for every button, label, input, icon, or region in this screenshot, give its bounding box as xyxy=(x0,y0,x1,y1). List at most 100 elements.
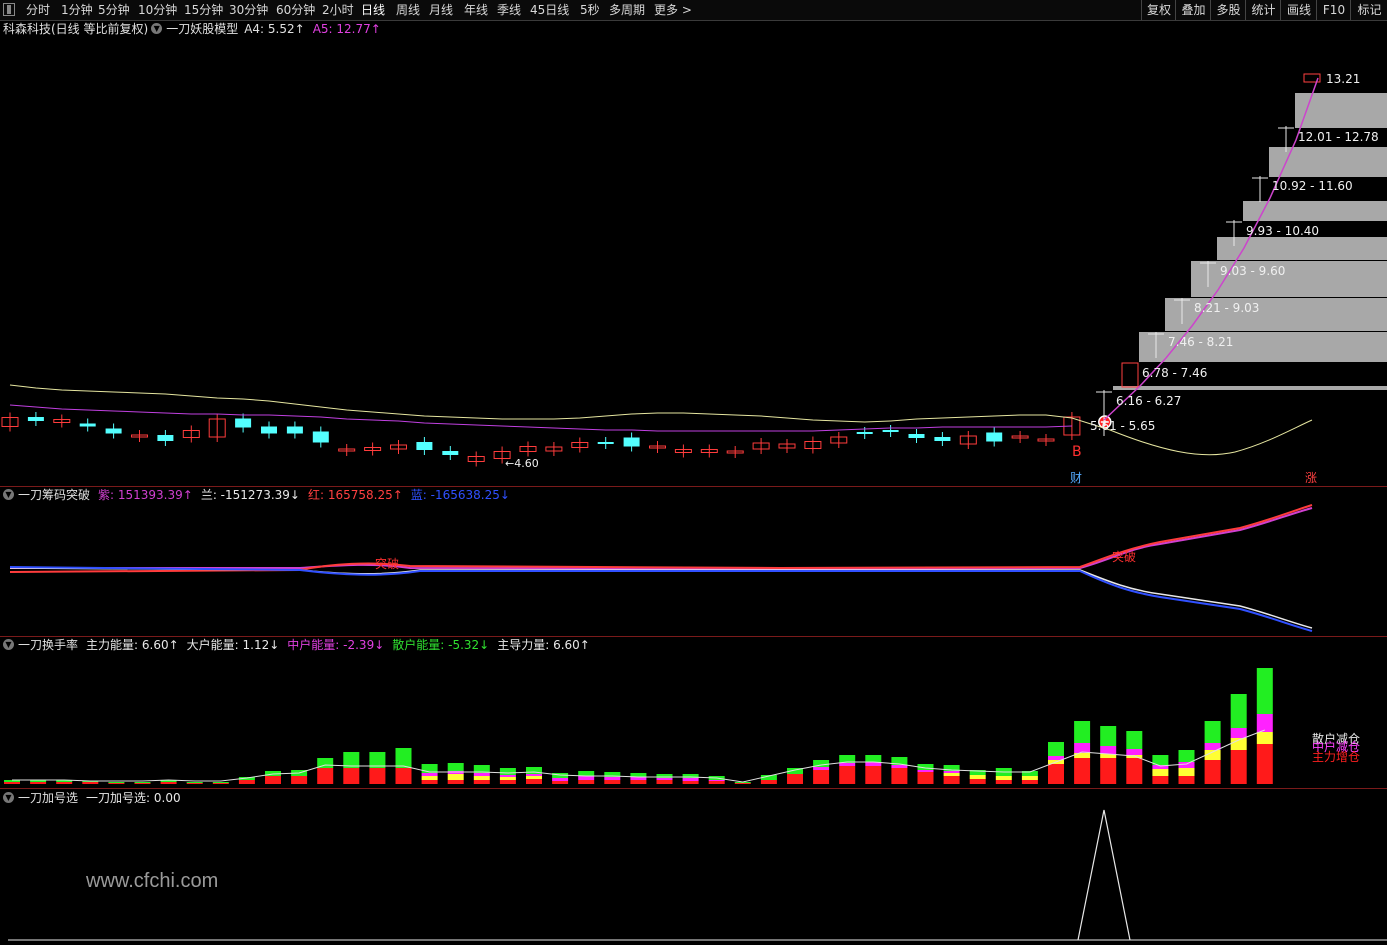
energy-bar-segment xyxy=(943,776,960,784)
energy-bar-segment xyxy=(1126,731,1143,749)
price-range-label-5: 7.46 - 8.21 xyxy=(1168,335,1233,349)
energy-bar-segment xyxy=(865,755,882,762)
energy-bar-segment xyxy=(499,777,516,780)
legend-main-add: 主力增仓 xyxy=(1312,750,1360,764)
energy-bar-segment xyxy=(421,780,438,784)
energy-bar-segment xyxy=(526,774,542,776)
energy-bar-segment xyxy=(186,782,203,783)
energy-bar-segment xyxy=(1230,750,1247,784)
energy-bar-segment xyxy=(82,782,99,784)
energy-bar-segment xyxy=(56,782,73,784)
energy-bar-segment xyxy=(447,763,464,771)
chip-bar-2 xyxy=(1243,201,1387,221)
energy-bar-segment xyxy=(4,782,20,784)
energy-bar-segment xyxy=(995,776,1012,780)
energy-bar-segment xyxy=(499,780,516,784)
chip-bar-0 xyxy=(1295,93,1387,128)
energy-bar-segment xyxy=(108,782,125,783)
candle-body xyxy=(986,432,1003,442)
price-range-label-1: 10.92 - 11.60 xyxy=(1272,179,1353,193)
price-range-label-2: 9.93 - 10.40 xyxy=(1246,224,1319,238)
energy-bar-segment xyxy=(30,782,47,784)
energy-bar-segment xyxy=(1178,750,1195,762)
energy-bar-segment xyxy=(395,768,412,784)
energy-bar-segment xyxy=(291,776,308,784)
watermark: www.cfchi.com xyxy=(86,870,219,892)
energy-bar-segment xyxy=(708,780,725,781)
chip-line-lan xyxy=(9,567,1313,629)
candle-body xyxy=(27,417,44,421)
energy-bar-segment xyxy=(969,779,986,784)
energy-bar-segment xyxy=(1048,742,1064,756)
energy-bar-segment xyxy=(473,780,490,784)
target-candle-1 xyxy=(1121,362,1139,388)
energy-bar-segment xyxy=(891,765,908,768)
candle-body xyxy=(856,432,873,434)
energy-bar-segment xyxy=(1256,714,1273,732)
energy-bar-segment xyxy=(865,766,882,784)
price-range-label-3: 9.03 - 9.60 xyxy=(1220,264,1285,278)
energy-bar-segment xyxy=(943,771,960,773)
energy-bar-segment xyxy=(682,781,699,784)
energy-bar-segment xyxy=(395,748,412,768)
low-price-label: ←4.60 xyxy=(505,457,539,470)
tupo-label-1: 突破 xyxy=(375,556,399,571)
energy-bar-segment xyxy=(1126,758,1143,784)
candle-body xyxy=(597,442,614,444)
energy-bar-segment xyxy=(1204,760,1221,784)
energy-bar-segment xyxy=(186,783,203,784)
energy-bar-segment xyxy=(526,776,542,779)
energy-bar-segment xyxy=(656,780,673,784)
energy-bar-segment xyxy=(1152,769,1169,776)
candle-body xyxy=(286,426,303,434)
energy-bar-segment xyxy=(369,768,386,784)
energy-bar-segment xyxy=(238,780,255,784)
energy-bar-segment xyxy=(421,773,438,776)
energy-bar-segment xyxy=(813,770,830,784)
candle-body xyxy=(235,418,252,428)
candle-body xyxy=(623,437,640,447)
candle-body xyxy=(312,431,329,443)
energy-bar-segment xyxy=(708,781,725,784)
energy-bar-segment xyxy=(1204,721,1221,743)
energy-bar-segment xyxy=(1021,776,1038,780)
energy-bar-segment xyxy=(917,772,934,784)
candle-body xyxy=(442,451,459,455)
energy-bar-segment xyxy=(682,778,699,781)
zhang-label: 涨 xyxy=(1305,470,1317,485)
energy-bar-segment xyxy=(473,773,490,776)
energy-bar-segment xyxy=(630,780,647,784)
energy-bar-segment xyxy=(813,767,830,770)
energy-bar-segment xyxy=(265,776,281,784)
energy-bar-segment xyxy=(578,771,595,776)
tupo-label-2: 突破 xyxy=(1112,549,1136,564)
energy-bar-segment xyxy=(1152,776,1169,784)
energy-bar-segment xyxy=(1100,746,1117,754)
energy-bar-segment xyxy=(891,768,908,784)
energy-bar-segment xyxy=(1256,732,1273,744)
energy-bar-segment xyxy=(656,778,673,780)
energy-bar-segment xyxy=(317,768,334,784)
energy-bar-segment xyxy=(134,782,151,783)
energy-bar-segment xyxy=(552,781,569,784)
energy-bar-segment xyxy=(734,783,751,784)
chip-bar-3 xyxy=(1217,237,1387,260)
energy-bar-segment xyxy=(943,773,960,776)
energy-bar-segment xyxy=(134,783,151,784)
energy-bar-segment xyxy=(1048,764,1064,784)
candle-body xyxy=(882,430,899,432)
candle-body xyxy=(908,434,925,438)
energy-bar-segment xyxy=(1230,694,1247,728)
price-range-label-7: 6.16 - 6.27 xyxy=(1116,394,1181,408)
energy-bar-segment xyxy=(1178,768,1195,776)
energy-bar-segment xyxy=(1100,758,1117,784)
energy-bar-segment xyxy=(760,780,777,784)
energy-bar-segment xyxy=(604,777,621,780)
energy-bar-segment xyxy=(1178,776,1195,784)
chip-line-blue xyxy=(9,566,1313,632)
energy-bar-segment xyxy=(1256,668,1273,714)
energy-bar-segment xyxy=(1178,762,1195,768)
candle-body xyxy=(934,437,951,441)
energy-bar-segment xyxy=(839,766,856,784)
energy-bar-segment xyxy=(1100,726,1117,746)
